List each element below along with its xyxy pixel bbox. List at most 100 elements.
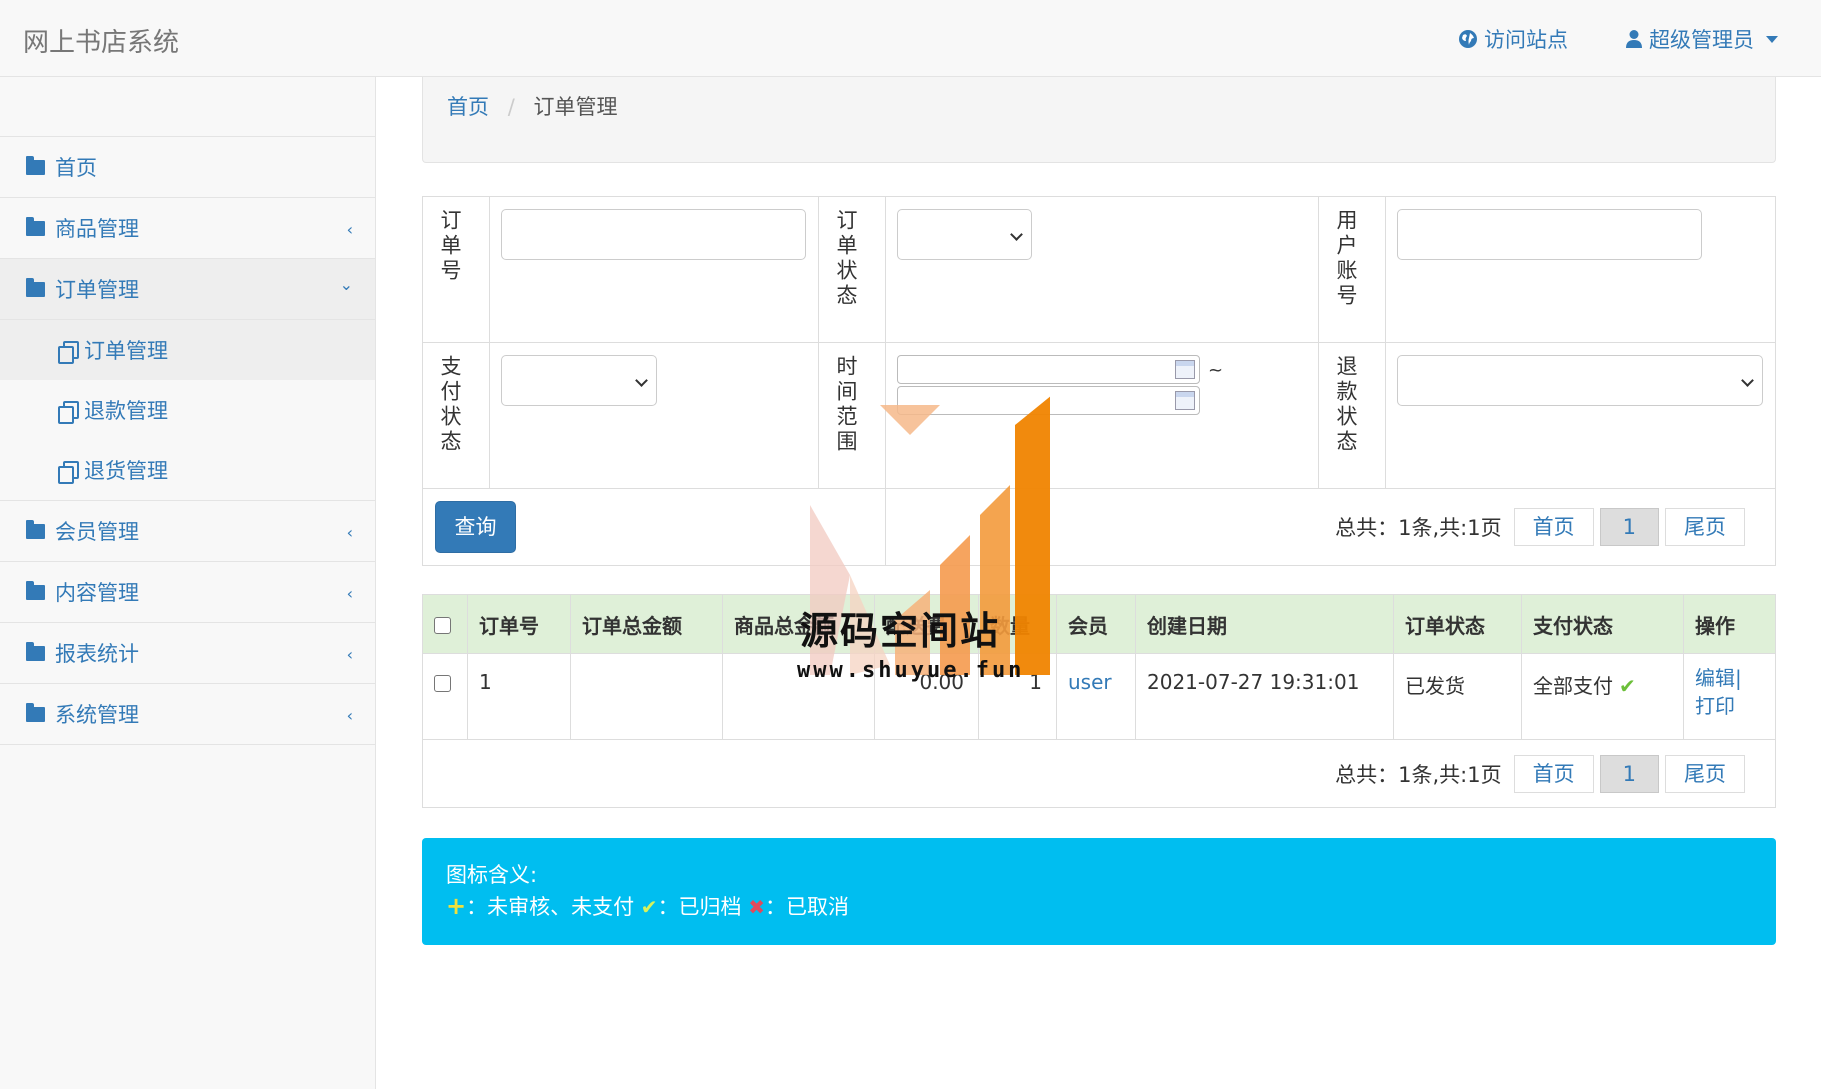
folder-icon: [26, 277, 45, 297]
col-order-no[interactable]: 订单号: [467, 594, 571, 654]
cell-member: user: [1056, 653, 1136, 740]
pagination-bottom: 总共：1条,共:1页 首页 1 尾页: [434, 754, 1745, 793]
folder-icon: [26, 702, 45, 722]
sidebar-item-reports[interactable]: 报表统计 ‹: [0, 623, 375, 684]
search-form: 订单号 订单状态 用户账号 支付状态 时间范围 ~ 退款状态 查询 总共：1条,…: [422, 196, 1776, 566]
refund-status-label: 退款状态: [1318, 342, 1386, 489]
order-no-input[interactable]: [501, 209, 806, 260]
sidebar-item-system[interactable]: 系统管理 ‹: [0, 684, 375, 745]
cell-order-total: [570, 653, 723, 740]
cross-icon: ✖: [748, 895, 766, 919]
pay-status-select[interactable]: [501, 355, 657, 406]
end-date-input[interactable]: [897, 386, 1200, 415]
calendar-icon[interactable]: [1175, 360, 1195, 379]
sidebar-item-label: 商品管理: [55, 217, 139, 241]
pay-status-label: 支付状态: [422, 342, 490, 489]
col-order-status[interactable]: 订单状态: [1393, 594, 1522, 654]
pagination-total: 总共：1条,共:1页: [1335, 762, 1502, 787]
breadcrumb-current: 订单管理: [533, 95, 618, 119]
chevron-down-icon: [1741, 374, 1754, 387]
folder-icon: [26, 580, 45, 600]
sidebar-item-label: 会员管理: [55, 520, 139, 544]
brand-title[interactable]: 网上书店系统: [23, 22, 179, 59]
first-page-button[interactable]: 首页: [1513, 508, 1594, 546]
top-navbar: 网上书店系统 访问站点 超级管理员: [0, 0, 1821, 77]
check-icon: ✔: [640, 895, 658, 919]
sidebar-item-orders[interactable]: 订单管理 ⌄: [0, 259, 375, 320]
cell-order-status: 已发货: [1393, 653, 1522, 740]
page-1-button[interactable]: 1: [1599, 508, 1659, 546]
col-member[interactable]: 会员: [1056, 594, 1136, 654]
sidebar-item-members[interactable]: 会员管理 ‹: [0, 501, 375, 562]
table-pager-row: 总共：1条,共:1页 首页 1 尾页: [422, 739, 1776, 808]
col-pay-status[interactable]: 支付状态: [1521, 594, 1684, 654]
user-account-input[interactable]: [1397, 209, 1702, 260]
select-all-checkbox[interactable]: [434, 617, 451, 634]
start-date-input[interactable]: [897, 355, 1200, 384]
table-row: 1 0.00 1 user 2021-07-27 19:31:01 已发货 全部…: [422, 653, 1776, 740]
copy-icon: [58, 400, 79, 424]
sidebar: 首页 商品管理 ‹ 订单管理 ⌄ 订单管理 退款管理 退货管理 会员管理 ‹ 内…: [0, 77, 376, 1089]
admin-menu[interactable]: 超级管理员: [1625, 24, 1778, 54]
sidebar-subitem-label: 订单管理: [84, 339, 168, 363]
breadcrumb: 首页 / 订单管理: [422, 77, 1776, 163]
chevron-down-icon: ⌄: [339, 275, 353, 294]
watermark-url: www.shuyue.fun: [797, 658, 1025, 683]
time-range-label: 时间范围: [818, 342, 886, 489]
chevron-down-icon: [1010, 228, 1023, 241]
chevron-left-icon: ‹: [346, 645, 353, 664]
pagination-top: 总共：1条,共:1页 首页 1 尾页: [898, 508, 1745, 546]
col-order-total[interactable]: 订单总金额: [570, 594, 723, 654]
bottom-pager-cell: 总共：1条,共:1页 首页 1 尾页: [422, 739, 1776, 808]
table-header-row: 订单号 订单总金额 商品总金额 配送费 数量 会员 创建日期 订单状态 支付状态…: [422, 594, 1776, 654]
print-link[interactable]: 打印: [1695, 694, 1735, 718]
last-page-button[interactable]: 尾页: [1665, 754, 1745, 793]
sidebar-subitem-refund-manage[interactable]: 退款管理: [0, 380, 375, 440]
edit-link[interactable]: 编辑|: [1695, 666, 1742, 690]
chevron-left-icon: ‹: [346, 220, 353, 239]
sidebar-subitem-order-manage[interactable]: 订单管理: [0, 320, 375, 380]
member-link[interactable]: user: [1068, 670, 1112, 694]
chevron-left-icon: ‹: [346, 584, 353, 603]
folder-icon: [26, 519, 45, 539]
sidebar-subitem-label: 退款管理: [84, 399, 168, 423]
orders-table: 订单号 订单总金额 商品总金额 配送费 数量 会员 创建日期 订单状态 支付状态…: [422, 594, 1776, 808]
sidebar-subitem-label: 退货管理: [84, 459, 168, 483]
user-account-label: 用户账号: [1318, 196, 1386, 343]
sidebar-item-goods[interactable]: 商品管理 ‹: [0, 198, 375, 259]
query-button[interactable]: 查询: [435, 501, 516, 553]
legend-cancelled: ：已取消: [765, 895, 850, 919]
cell-order-no: 1: [467, 653, 571, 740]
cell-created: 2021-07-27 19:31:01: [1135, 653, 1394, 740]
refund-status-select[interactable]: [1397, 355, 1763, 406]
cell-pay-status: 全部支付 ✔: [1521, 653, 1684, 740]
sidebar-spacer: [0, 77, 375, 137]
breadcrumb-home[interactable]: 首页: [447, 95, 489, 119]
col-created[interactable]: 创建日期: [1135, 594, 1394, 654]
caret-down-icon: [1766, 35, 1778, 43]
sidebar-item-label: 首页: [55, 156, 97, 180]
order-status-select[interactable]: [897, 209, 1032, 260]
legend-items: +：未审核、未支付 ✔：已归档 ✖：已取消: [446, 891, 1752, 923]
chevron-left-icon: ‹: [346, 523, 353, 542]
sidebar-item-home[interactable]: 首页: [0, 137, 375, 198]
pay-status-text: 全部支付: [1533, 674, 1613, 698]
last-page-button[interactable]: 尾页: [1665, 508, 1745, 546]
calendar-icon[interactable]: [1175, 391, 1195, 410]
row-checkbox[interactable]: [434, 675, 451, 692]
folder-icon: [26, 155, 45, 175]
select-all-header: [422, 594, 468, 654]
pagination-total: 总共：1条,共:1页: [1335, 516, 1502, 540]
page-1-button[interactable]: 1: [1599, 754, 1659, 793]
visit-site-link[interactable]: 访问站点: [1458, 24, 1568, 54]
chevron-left-icon: ‹: [346, 706, 353, 725]
first-page-button[interactable]: 首页: [1513, 754, 1594, 793]
sidebar-item-label: 订单管理: [55, 278, 139, 302]
legend-title: 图标含义:: [446, 863, 538, 887]
range-tilde: ~: [1208, 360, 1224, 381]
order-no-label: 订单号: [422, 196, 490, 343]
sidebar-item-content[interactable]: 内容管理 ‹: [0, 562, 375, 623]
legend-archived: ：已归档: [657, 895, 742, 919]
sidebar-item-label: 内容管理: [55, 581, 139, 605]
sidebar-subitem-return-manage[interactable]: 退货管理: [0, 440, 375, 500]
